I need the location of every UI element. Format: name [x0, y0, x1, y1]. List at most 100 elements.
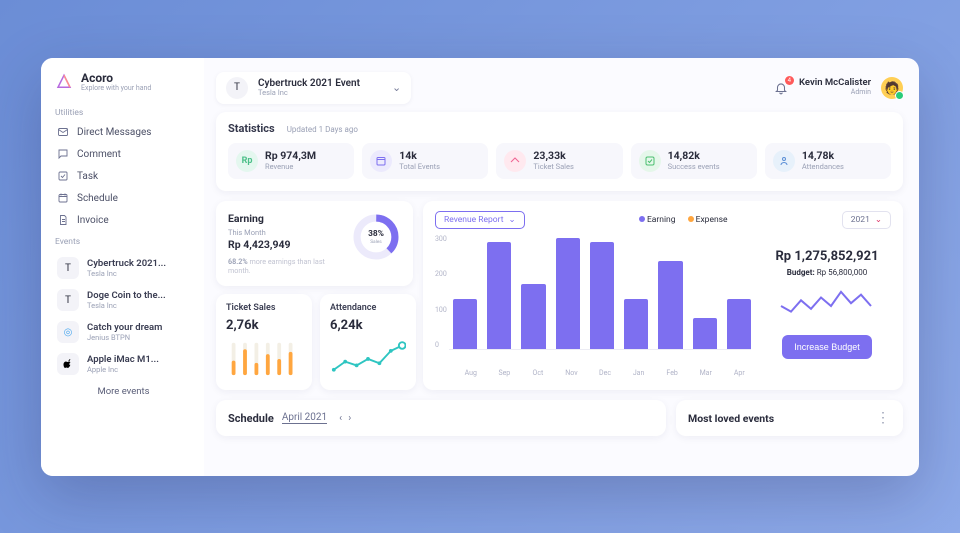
legend-expense-dot — [688, 216, 694, 222]
nav-label: Schedule — [77, 193, 118, 204]
event-item[interactable]: TCybertruck 2021...Tesla Inc — [55, 252, 192, 284]
report-budget: Budget: Rp 56,800,000 — [787, 268, 867, 277]
earning-card: Earning This Month Rp 4,423,949 68.2% mo… — [216, 201, 413, 287]
brand-tagline: Explore with your hand — [81, 85, 151, 93]
earning-note: 68.2% more earnings than last month. — [228, 257, 343, 276]
stat-value: Rp 974,3M — [265, 150, 316, 162]
more-events-link[interactable]: More events — [55, 380, 192, 403]
stat-icon — [639, 150, 661, 172]
x-axis: AugSepOctNovDecJanFebMarApr — [435, 369, 751, 377]
event-subtitle: Tesla Inc — [87, 301, 166, 310]
stats-card: Statistics Updated 1 Days ago RpRp 974,3… — [216, 112, 903, 191]
apple-icon — [57, 353, 79, 375]
notifications-button[interactable]: 4 — [773, 80, 789, 96]
bar — [487, 242, 511, 348]
stat-evt: 14kTotal Events — [362, 143, 488, 179]
budget-sparkline — [777, 285, 877, 325]
report-card: Revenue Report⌄ Earning Expense 2021 ⌄ 3… — [423, 201, 903, 391]
bar — [453, 299, 477, 348]
attendance-title: Attendance — [330, 303, 406, 313]
nav-invoice[interactable]: Invoice — [55, 209, 192, 231]
schedule-card: Schedule April 2021 ‹ › — [216, 400, 666, 436]
stat-suc: 14,82kSuccess events — [631, 143, 757, 179]
app-window: Acoro Explore with your hand Utilities D… — [41, 58, 919, 476]
event-title: Doge Coin to the... — [87, 290, 166, 301]
attendance-card: Attendance 6,24k — [320, 294, 416, 390]
notification-badge: 4 — [785, 76, 794, 85]
attendance-chart — [330, 339, 406, 377]
user-role: Admin — [799, 89, 871, 97]
jenius-icon: ◎ — [57, 321, 79, 343]
ticket-sales-title: Ticket Sales — [226, 303, 302, 313]
chevron-down-icon: ⌄ — [509, 215, 516, 225]
ticket-sales-value: 2,76k — [226, 318, 302, 333]
report-bar-chart — [449, 235, 751, 350]
stats-row: RpRp 974,3MRevenue14kTotal Events23,33kT… — [228, 143, 891, 179]
sidebar-section-utilities: Utilities — [55, 108, 192, 118]
nav-comment[interactable]: Comment — [55, 143, 192, 165]
nav-label: Comment — [77, 149, 121, 160]
mail-icon — [57, 126, 69, 138]
schedule-month[interactable]: April 2021 — [282, 412, 327, 424]
prev-month-button[interactable]: ‹ — [339, 413, 342, 424]
event-subtitle: Apple Inc — [87, 365, 159, 374]
events-list: TCybertruck 2021...Tesla IncTDoge Coin t… — [55, 252, 192, 380]
event-item[interactable]: Apple iMac M1...Apple Inc — [55, 348, 192, 380]
nav-list: Direct Messages Comment Task Schedule Invoic… — [55, 121, 192, 231]
stat-value: 14,78k — [802, 150, 844, 162]
nav-label: Task — [77, 171, 98, 182]
avatar[interactable]: 🧑 — [881, 77, 903, 99]
svg-text:38%: 38% — [368, 228, 384, 238]
brand-logo-icon — [55, 73, 73, 91]
event-title: Apple iMac M1... — [87, 354, 159, 365]
nav-schedule[interactable]: Schedule — [55, 187, 192, 209]
stat-icon — [773, 150, 795, 172]
bar — [590, 242, 614, 348]
stat-label: Success events — [668, 162, 720, 171]
event-subtitle: Tesla Inc — [87, 269, 166, 278]
stat-value: 23,33k — [533, 150, 573, 162]
main: T Cybertruck 2021 Event Tesla Inc ⌄ 4 Ke… — [204, 58, 919, 476]
svg-text:Sales: Sales — [370, 238, 382, 244]
event-subtitle: Tesla Inc — [258, 89, 360, 97]
ticket-sales-chart — [226, 339, 302, 377]
tesla-icon: T — [57, 289, 79, 311]
report-legend: Earning Expense — [639, 215, 728, 225]
stat-icon — [504, 150, 526, 172]
more-options-button[interactable]: ⋮ — [876, 410, 891, 426]
earning-subtitle: This Month — [228, 228, 343, 237]
stat-label: Ticket Sales — [533, 162, 573, 171]
report-amount: Rp 1,275,852,921 — [775, 249, 878, 264]
report-type-selector[interactable]: Revenue Report⌄ — [435, 211, 525, 229]
nav-task[interactable]: Task — [55, 165, 192, 187]
event-selector[interactable]: T Cybertruck 2021 Event Tesla Inc ⌄ — [216, 72, 411, 104]
legend-earning-dot — [639, 216, 645, 222]
stats-title: Statistics — [228, 122, 275, 135]
event-item[interactable]: T Doge Coin to the...Tesla Inc — [55, 284, 192, 316]
event-item[interactable]: ◎ Catch your dreamJenius BTPN — [55, 316, 192, 348]
brand-name: Acoro — [81, 72, 151, 85]
bar — [658, 261, 682, 348]
year-selector[interactable]: 2021 ⌄ — [842, 211, 891, 229]
brand: Acoro Explore with your hand — [55, 72, 192, 93]
stat-value: 14,82k — [668, 150, 720, 162]
topbar: T Cybertruck 2021 Event Tesla Inc ⌄ 4 Ke… — [216, 72, 903, 104]
bar — [624, 299, 648, 348]
event-title: Catch your dream — [87, 322, 162, 333]
stat-label: Attendances — [802, 162, 844, 171]
stats-updated: Updated 1 Days ago — [287, 125, 358, 134]
increase-budget-button[interactable]: Increase Budget — [782, 335, 872, 359]
next-month-button[interactable]: › — [348, 413, 351, 424]
event-subtitle: Jenius BTPN — [87, 333, 162, 342]
loved-events-card: Most loved events ⋮ — [676, 400, 903, 436]
nav-mail[interactable]: Direct Messages — [55, 121, 192, 143]
y-axis: 3002001000 — [435, 235, 447, 350]
comment-icon — [57, 148, 69, 160]
earning-amount: Rp 4,423,949 — [228, 238, 343, 251]
nav-label: Invoice — [77, 215, 109, 226]
sidebar-section-events: Events — [55, 237, 192, 247]
tesla-icon: T — [57, 257, 79, 279]
sidebar: Acoro Explore with your hand Utilities D… — [41, 58, 204, 476]
schedule-title: Schedule — [228, 412, 274, 425]
chevron-down-icon: ⌄ — [875, 215, 882, 225]
